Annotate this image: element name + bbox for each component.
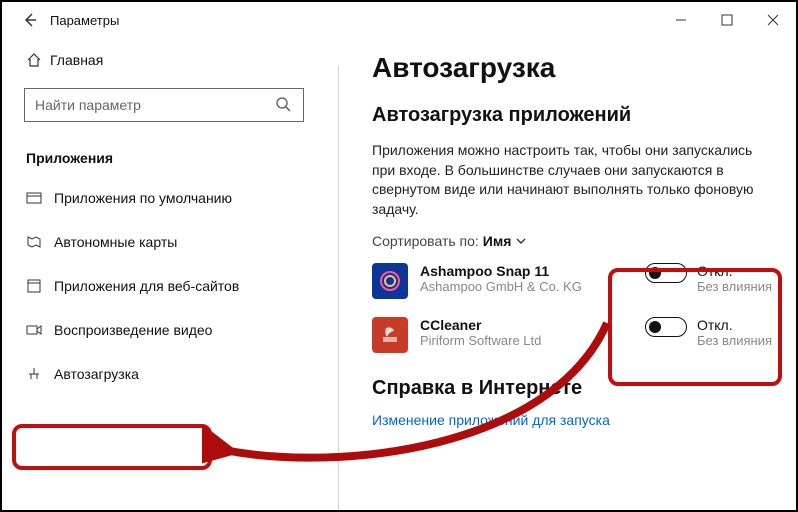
nav-label: Приложения по умолчанию	[54, 190, 232, 206]
app-name: Ashampoo Snap 11	[420, 263, 582, 279]
startup-icon	[26, 366, 54, 382]
app-name: CCleaner	[420, 317, 541, 333]
search-icon	[274, 95, 292, 118]
app-row: CCleaner Piriform Software Ltd Откл. Без…	[372, 317, 772, 353]
help-link[interactable]: Изменение приложений для запуска	[372, 412, 610, 428]
window-controls	[658, 2, 796, 38]
internet-help-title: Справка в Интернете	[372, 377, 772, 400]
app-row: Ashampoo Snap 11 Ashampoo GmbH & Co. KG …	[372, 263, 772, 299]
nav-offline-maps[interactable]: Автономные карты	[2, 220, 338, 264]
sort-value: Имя	[483, 233, 512, 249]
app-toggle[interactable]	[645, 263, 687, 283]
app-publisher: Piriform Software Ltd	[420, 333, 541, 348]
nav-home[interactable]: Главная	[2, 40, 338, 80]
arrow-left-icon	[22, 12, 38, 28]
close-icon	[767, 14, 779, 26]
app-state: Откл.	[697, 317, 772, 333]
close-button[interactable]	[750, 2, 796, 38]
app-state: Откл.	[697, 263, 772, 279]
search-wrap	[24, 88, 320, 122]
sort-label: Сортировать по:	[372, 233, 479, 249]
apps-list: Ashampoo Snap 11 Ashampoo GmbH & Co. KG …	[372, 263, 772, 353]
nav-label: Приложения для веб-сайтов	[54, 278, 239, 294]
web-icon	[26, 278, 54, 294]
nav-label: Воспроизведение видео	[54, 322, 212, 338]
divider	[338, 66, 339, 510]
page-title: Автозагрузка	[372, 52, 772, 84]
app-toggle[interactable]	[645, 317, 687, 337]
nav-video[interactable]: Воспроизведение видео	[2, 308, 338, 352]
app-impact: Без влияния	[697, 279, 772, 294]
section-title: Приложения	[2, 132, 338, 176]
app-impact: Без влияния	[697, 333, 772, 348]
chevron-down-icon	[515, 235, 527, 247]
window-title: Параметры	[50, 13, 119, 28]
minimize-icon	[675, 14, 687, 26]
nav-startup[interactable]: Автозагрузка	[2, 352, 338, 396]
minimize-button[interactable]	[658, 2, 704, 38]
app-publisher: Ashampoo GmbH & Co. KG	[420, 279, 582, 294]
titlebar: Параметры	[2, 2, 796, 38]
nav-default-apps[interactable]: Приложения по умолчанию	[2, 176, 338, 220]
sort-dropdown[interactable]: Сортировать по: Имя	[372, 233, 772, 249]
map-icon	[26, 234, 54, 250]
nav-label: Автозагрузка	[54, 366, 139, 382]
back-button[interactable]	[10, 12, 50, 28]
main-content: Автозагрузка Автозагрузка приложений При…	[338, 38, 796, 510]
video-icon	[26, 322, 54, 338]
search-input[interactable]	[24, 88, 304, 122]
default-apps-icon	[26, 190, 54, 206]
sidebar: Главная Приложения Приложения по умолчан…	[2, 38, 338, 510]
home-icon	[26, 52, 50, 68]
nav-home-label: Главная	[50, 52, 103, 68]
maximize-button[interactable]	[704, 2, 750, 38]
app-icon	[372, 317, 408, 353]
nav-web-apps[interactable]: Приложения для веб-сайтов	[2, 264, 338, 308]
app-icon	[372, 263, 408, 299]
nav-label: Автономные карты	[54, 234, 177, 250]
maximize-icon	[721, 14, 733, 26]
subtitle: Автозагрузка приложений	[372, 104, 772, 127]
description: Приложения можно настроить так, чтобы он…	[372, 141, 772, 219]
